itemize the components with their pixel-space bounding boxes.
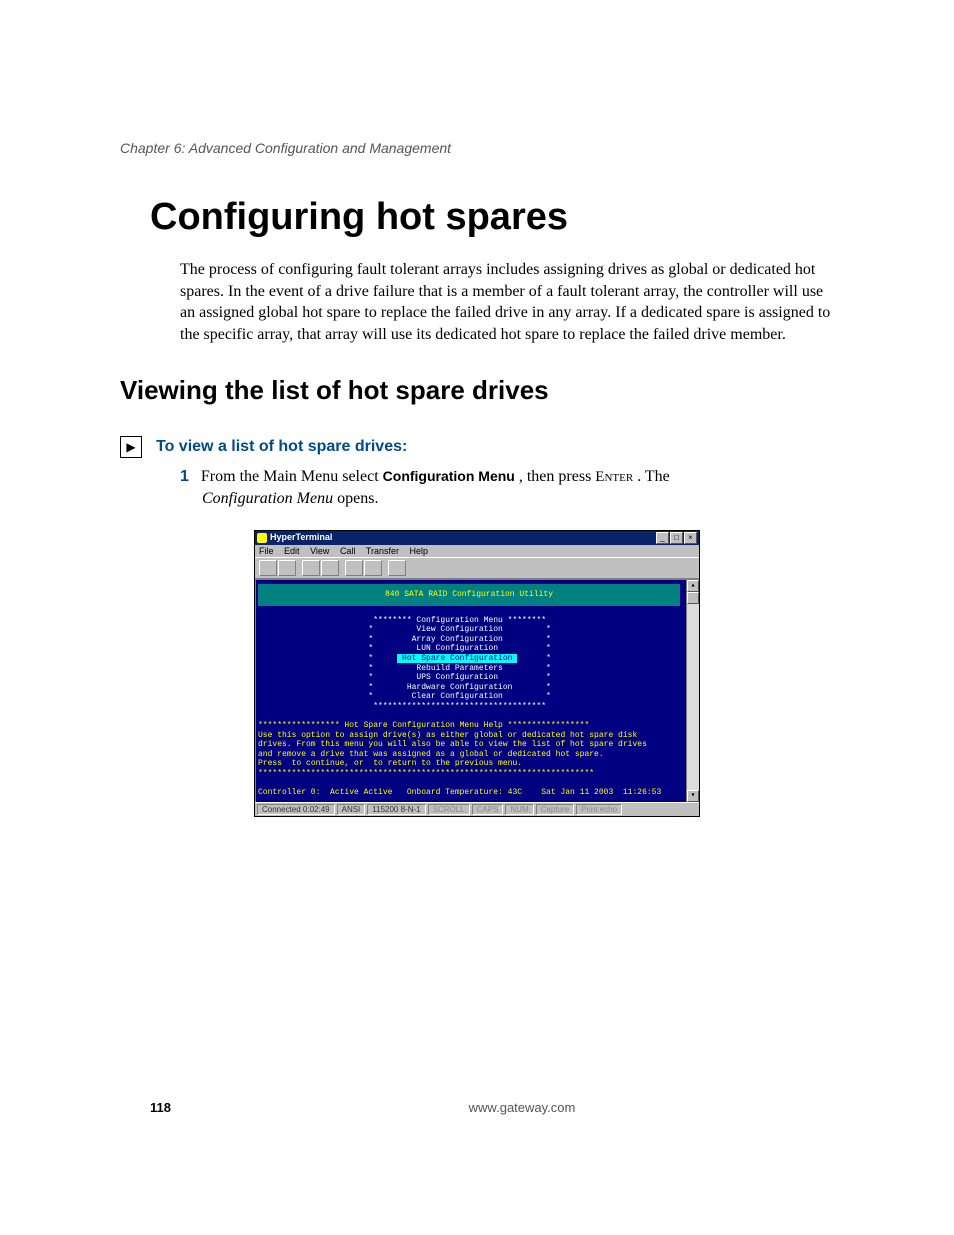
- step-text-mid2: . The: [637, 468, 670, 485]
- status-capture: Capture: [536, 804, 574, 816]
- toolbar-btn-7[interactable]: [388, 560, 406, 576]
- step-text-mid1: , then press: [519, 468, 595, 485]
- step-number: 1: [180, 468, 189, 485]
- scrollbar[interactable]: ▴ ▾: [686, 580, 699, 801]
- close-icon[interactable]: ×: [684, 532, 697, 544]
- window-title: HyperTerminal: [270, 532, 332, 543]
- status-bar: Connected 0:02:49 ANSI 115200 8-N-1 SCRO…: [255, 802, 699, 817]
- toolbar-btn-3[interactable]: [302, 560, 320, 576]
- hyperterminal-window: HyperTerminal _ □ × File Edit View Call …: [254, 530, 700, 818]
- toolbar: [255, 557, 699, 579]
- toolbar-btn-1[interactable]: [259, 560, 277, 576]
- window-titlebar: HyperTerminal _ □ ×: [255, 531, 699, 545]
- procedure-arrow-icon: ▶: [120, 436, 142, 458]
- section-heading: Viewing the list of hot spare drives: [120, 375, 834, 406]
- menu-file[interactable]: File: [259, 546, 274, 556]
- document-page: Chapter 6: Advanced Configuration and Ma…: [0, 0, 954, 1235]
- toolbar-btn-5[interactable]: [345, 560, 363, 576]
- menu-call[interactable]: Call: [340, 546, 356, 556]
- status-num: NUM: [505, 804, 533, 816]
- step-text-pre: From the Main Menu select: [201, 468, 383, 485]
- footer-site: www.gateway.com: [210, 1100, 834, 1115]
- procedure-title: To view a list of hot spare drives:: [156, 438, 407, 456]
- step-1: 1 From the Main Menu select Configuratio…: [180, 466, 834, 509]
- toolbar-btn-6[interactable]: [364, 560, 382, 576]
- status-scroll: SCROLL: [428, 804, 470, 816]
- page-title: Configuring hot spares: [150, 196, 834, 239]
- minimize-icon[interactable]: _: [656, 532, 669, 544]
- page-footer: 118 www.gateway.com: [120, 1100, 834, 1115]
- status-caps: CAPS: [472, 804, 504, 816]
- status-connected: Connected 0:02:49: [257, 804, 335, 816]
- scroll-thumb[interactable]: [687, 592, 699, 604]
- app-icon: [257, 533, 267, 543]
- maximize-icon[interactable]: □: [670, 532, 683, 544]
- step-bold-1: Configuration Menu: [383, 468, 515, 484]
- scroll-up-icon[interactable]: ▴: [687, 580, 699, 592]
- menu-transfer[interactable]: Transfer: [366, 546, 399, 556]
- menu-edit[interactable]: Edit: [284, 546, 300, 556]
- scroll-down-icon[interactable]: ▾: [687, 790, 699, 802]
- status-baud: 115200 8-N-1: [367, 804, 425, 816]
- menu-view[interactable]: View: [310, 546, 329, 556]
- menu-bar: File Edit View Call Transfer Help: [255, 545, 699, 558]
- toolbar-btn-2[interactable]: [278, 560, 296, 576]
- step-text-post: opens.: [337, 490, 378, 507]
- window-controls: _ □ ×: [656, 532, 697, 544]
- terminal-header: 840 SATA RAID Configuration Utility: [258, 584, 680, 606]
- status-printecho: Print echo: [576, 804, 622, 816]
- step-smallcaps: Enter: [595, 469, 633, 485]
- intro-paragraph: The process of configuring fault toleran…: [180, 259, 834, 345]
- procedure-heading-row: ▶ To view a list of hot spare drives:: [120, 436, 834, 458]
- terminal-wrap: 840 SATA RAID Configuration Utility ****…: [255, 579, 699, 801]
- menu-help[interactable]: Help: [410, 546, 429, 556]
- step-italic: Configuration Menu: [202, 490, 333, 507]
- terminal-content: 840 SATA RAID Configuration Utility ****…: [256, 580, 686, 801]
- running-header: Chapter 6: Advanced Configuration and Ma…: [120, 140, 834, 156]
- toolbar-btn-4[interactable]: [321, 560, 339, 576]
- status-encoding: ANSI: [337, 804, 366, 816]
- page-number: 118: [150, 1100, 210, 1115]
